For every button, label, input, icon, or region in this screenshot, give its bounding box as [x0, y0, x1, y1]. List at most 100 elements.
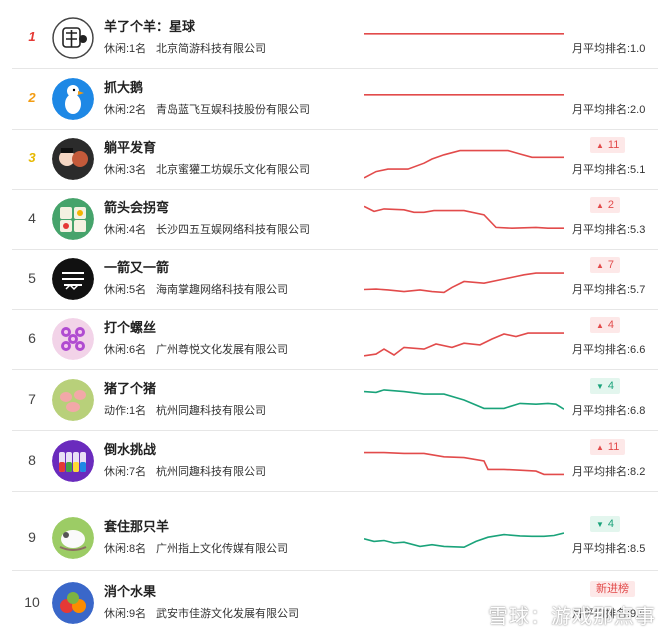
monthly-average-rank: 月平均排名:6.6 — [572, 344, 646, 356]
ranking-row[interactable]: 5 一箭又一箭 休闲:5名 海南掌趣网络科技有限公司 ▲ 7 月平均排名:5.7 — [12, 249, 658, 310]
category-rank: 休闲:7名 — [104, 465, 147, 478]
game-meta: 休闲:9名 武安市佳游文化发展有限公司 — [104, 605, 299, 621]
arrow-down-icon: ▼ — [596, 519, 604, 529]
sheep-logo-icon[interactable] — [52, 17, 94, 59]
arrow-game-logo-icon[interactable] — [52, 258, 94, 300]
game-name[interactable]: 猪了个猪 — [104, 378, 156, 397]
ranking-row[interactable]: 1 羊了个羊：星球 休闲:1名 北京简游科技有限公司 月平均排名:1.0 — [12, 8, 658, 69]
ranking-row[interactable]: 4 箭头会拐弯 休闲:4名 长沙四五互娱网络科技有限公司 ▲ 2 月平均排名:5.3 — [12, 189, 658, 250]
game-name[interactable]: 抓大鹅 — [104, 77, 143, 96]
badge-value: 11 — [607, 139, 620, 151]
ranking-list: 1 羊了个羊：星球 休闲:1名 北京简游科技有限公司 月平均排名:1.0 2 抓大鹅 休闲:2… — [0, 0, 670, 635]
rank-number: 8 — [28, 451, 36, 468]
category-rank: 休闲:3名 — [104, 164, 147, 176]
game-meta: 休闲:5名 海南掌趣网络科技有限公司 — [104, 281, 288, 297]
rank-number: 9 — [28, 528, 36, 545]
category-rank: 动作:1名 — [104, 404, 147, 417]
rank-trend-sparkline — [364, 93, 564, 96]
trend-line — [364, 149, 564, 179]
bottles-logo-icon[interactable] — [52, 439, 94, 482]
ranking-row[interactable]: 6 打个螺丝 休闲:6名 广州尊悦文化发展有限公司 ▲ 4 月平均排名:6.6 — [12, 309, 658, 370]
rank-change-badge: ▼ 4 — [590, 377, 621, 394]
characters-logo-icon[interactable] — [52, 138, 94, 180]
monthly-average-rank: 月平均排名:8.5 — [572, 542, 646, 555]
rank-medal: 3 — [28, 150, 36, 165]
monthly-average-rank: 月平均排名:2.0 — [572, 103, 646, 116]
badge-value: 4 — [607, 379, 615, 392]
rank-change-badge: ▲ 4 — [590, 317, 621, 333]
company-name: 海南掌趣网络科技有限公司 — [156, 284, 288, 296]
rank-trend-sparkline — [364, 451, 564, 475]
company-name: 长沙四五互娱网络科技有限公司 — [156, 224, 310, 236]
company-name: 北京蜜獾工坊娱乐文化有限公司 — [156, 164, 310, 176]
game-meta: 休闲:4名 长沙四五互娱网络科技有限公司 — [104, 221, 310, 237]
arrow-down-icon: ▼ — [596, 381, 604, 391]
company-name: 广州指上文化传媒有限公司 — [156, 542, 288, 555]
watermark-text: 雪球：游戏那点事 — [488, 606, 656, 628]
trend-line — [364, 531, 564, 548]
badge-value: 2 — [607, 199, 615, 211]
monthly-average-rank: 月平均排名:1.0 — [572, 43, 646, 55]
screw-logo-icon[interactable] — [52, 318, 94, 360]
new-entry-badge: 新进榜 — [590, 580, 635, 597]
monthly-average-rank: 月平均排名:5.3 — [572, 224, 646, 236]
badge-value: 新进榜 — [596, 582, 629, 595]
rank-change-badge: ▲ 7 — [590, 257, 621, 273]
category-rank: 休闲:1名 — [104, 43, 147, 55]
category-rank: 休闲:2名 — [104, 103, 147, 116]
game-name[interactable]: 消个水果 — [104, 581, 156, 600]
rank-number: 10 — [24, 593, 40, 610]
company-name: 武安市佳游文化发展有限公司 — [156, 607, 299, 620]
company-name: 杭州同趣科技有限公司 — [156, 404, 266, 417]
rank-trend-sparkline — [364, 332, 564, 357]
arrow-up-icon: ▲ — [596, 442, 604, 452]
game-meta: 动作:1名 杭州同趣科技有限公司 — [104, 402, 266, 418]
rank-number: 7 — [28, 390, 36, 407]
game-name[interactable]: 套住那只羊 — [104, 516, 169, 535]
game-meta: 休闲:1名 北京简游科技有限公司 — [104, 40, 266, 56]
xueqiu-logo-icon — [462, 607, 484, 629]
ranking-row[interactable]: 7 猪了个猪动作:1名 杭州同趣科技有限公司 ▼ 4 月平均排名:6.8 — [12, 369, 658, 431]
game-name[interactable]: 打个螺丝 — [104, 317, 156, 336]
ranking-row[interactable]: 3 躺平发育 休闲:3名 北京蜜獾工坊娱乐文化有限公司 ▲ 11 月平均排名:5.1 — [12, 129, 658, 190]
badge-value: 11 — [607, 440, 620, 453]
game-name[interactable]: 倒水挑战 — [104, 439, 156, 458]
sheep-rope-logo-icon[interactable] — [52, 516, 94, 559]
rank-change-badge: ▼ 4 — [590, 515, 621, 532]
game-meta: 休闲:8名 广州指上文化传媒有限公司 — [104, 540, 288, 556]
ranking-row[interactable]: 2 抓大鹅 休闲:2名 青岛蓝飞互娱科技股份有限公司 月平均排名:2.0 — [12, 68, 658, 130]
game-name[interactable]: 箭头会拐弯 — [104, 197, 169, 216]
game-name[interactable]: 羊了个羊：星球 — [104, 16, 195, 35]
watermark: 雪球：游戏那点事 — [462, 600, 656, 629]
rank-trend-sparkline — [364, 531, 564, 548]
rank-change-badge: ▲ 11 — [590, 137, 626, 153]
rank-change-badge: ▲ 11 — [590, 438, 626, 455]
ranking-row[interactable]: 9 套住那只羊休闲:8名 广州指上文化传媒有限公司 ▼ 4 月平均排名:8.5 — [12, 505, 658, 571]
ranking-row[interactable]: 8 倒水挑战休闲:7名 杭州同趣科技有限公司 ▲ 11 月平均排名:8.2 — [12, 430, 658, 492]
trend-line — [364, 205, 564, 230]
company-name: 北京简游科技有限公司 — [156, 43, 266, 55]
company-name: 广州尊悦文化发展有限公司 — [156, 344, 288, 356]
game-name[interactable]: 躺平发育 — [104, 137, 156, 156]
badge-value: 7 — [607, 259, 615, 271]
trend-line — [364, 332, 564, 357]
rank-number: 4 — [28, 210, 36, 226]
rank-trend-sparkline — [364, 388, 564, 410]
monthly-average-rank: 月平均排名:6.8 — [572, 404, 646, 417]
tiles-logo-icon[interactable] — [52, 198, 94, 240]
game-meta: 休闲:6名 广州尊悦文化发展有限公司 — [104, 341, 288, 357]
pig-logo-icon[interactable] — [52, 378, 94, 421]
game-name[interactable]: 一箭又一箭 — [104, 257, 169, 276]
category-rank: 休闲:4名 — [104, 224, 147, 236]
company-name: 青岛蓝飞互娱科技股份有限公司 — [156, 103, 310, 116]
goose-logo-icon[interactable] — [52, 77, 94, 120]
monthly-average-rank: 月平均排名:8.2 — [572, 465, 646, 478]
game-meta: 休闲:2名 青岛蓝飞互娱科技股份有限公司 — [104, 101, 310, 117]
rank-trend-sparkline — [364, 33, 564, 35]
fruit-logo-icon[interactable] — [52, 581, 94, 624]
trend-line — [364, 272, 564, 294]
company-name: 杭州同趣科技有限公司 — [156, 465, 266, 478]
rank-trend-sparkline — [364, 272, 564, 294]
category-rank: 休闲:5名 — [104, 284, 147, 296]
arrow-up-icon: ▲ — [596, 261, 604, 270]
